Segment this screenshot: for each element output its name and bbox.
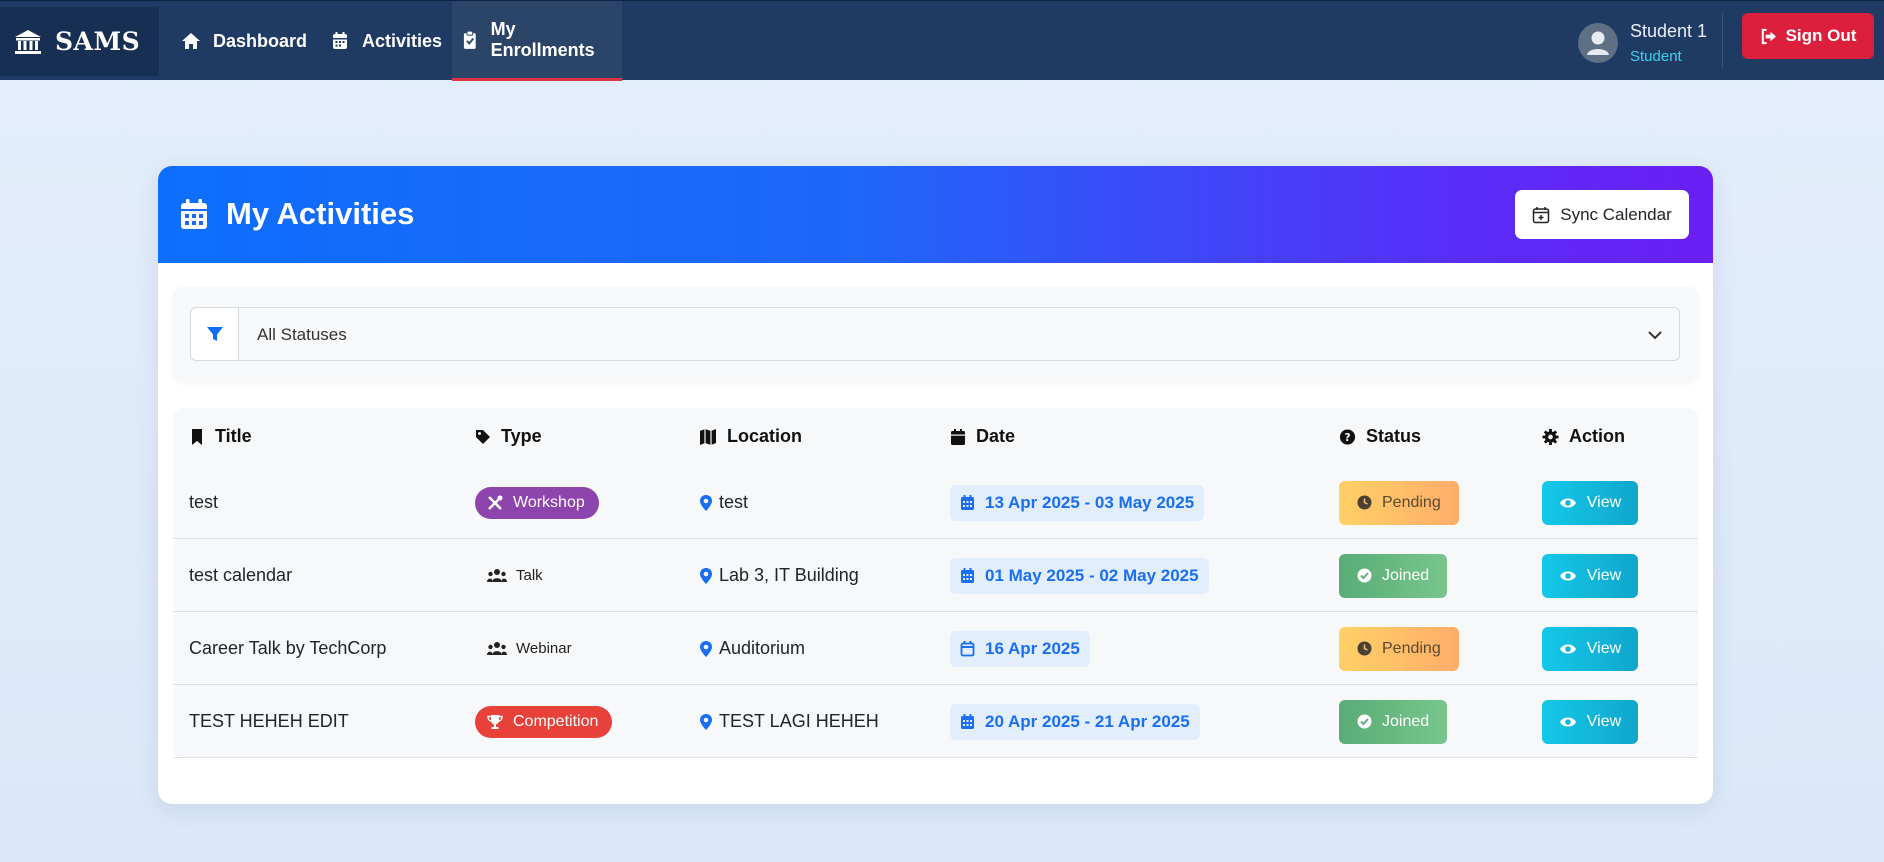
column-header-action: Action <box>1542 426 1625 447</box>
users-icon <box>487 641 507 655</box>
status-filter-select[interactable]: All Statuses <box>190 307 1680 361</box>
trophy-icon <box>487 714 503 729</box>
nav-my-enrollments-label: My Enrollments <box>490 18 595 60</box>
status-badge: Joined <box>1339 553 1448 598</box>
status-filter-value: All Statuses <box>257 325 347 344</box>
type-badge-webinar: Webinar <box>475 633 586 665</box>
eye-icon <box>1559 717 1576 726</box>
type-badge-workshop: Workshop <box>475 486 599 519</box>
calendar-icon <box>951 428 965 445</box>
row-location: test <box>719 492 749 512</box>
page-title: My Activities <box>226 196 415 231</box>
status-badge: Joined <box>1339 699 1448 744</box>
tag-icon <box>476 429 490 444</box>
view-button[interactable]: View <box>1542 553 1638 598</box>
row-location: Auditorium <box>719 638 806 658</box>
column-header-location: Location <box>699 426 802 447</box>
user-role: Student <box>1630 48 1682 65</box>
map-marker-icon <box>700 713 712 730</box>
calendar-alt-icon <box>961 495 974 510</box>
table-row: test Workshop test 13 Apr 2025 - 03 May … <box>173 466 1698 539</box>
nav-activities-label: Activities <box>362 30 443 51</box>
svg-text:?: ? <box>1344 431 1350 443</box>
date-single: 16 Apr 2025 <box>950 630 1090 667</box>
column-header-status: ? Status <box>1339 426 1421 447</box>
top-navbar: SAMS Dashboard Activities My Enrollments <box>0 0 1884 81</box>
row-title: Career Talk by TechCorp <box>189 638 387 658</box>
clipboard-check-icon <box>463 30 476 49</box>
users-icon <box>487 568 507 582</box>
view-button[interactable]: View <box>1542 480 1638 525</box>
my-activities-card: My Activities Sync Calendar All Statuses <box>158 166 1713 804</box>
card-header: My Activities Sync Calendar <box>158 166 1713 263</box>
check-circle-icon <box>1357 714 1372 729</box>
calendar-icon <box>960 641 975 657</box>
table-row: TEST HEHEH EDIT Competition TEST LAGI HE… <box>173 685 1698 758</box>
table-row: test calendar Talk Lab 3, IT Building 01… <box>173 539 1698 612</box>
nav-dashboard-label: Dashboard <box>213 30 308 51</box>
type-badge-talk: Talk <box>475 560 557 592</box>
calendar-alt-icon <box>961 714 974 729</box>
sign-out-button[interactable]: Sign Out <box>1742 13 1874 59</box>
brand-name: SAMS <box>55 27 141 56</box>
filter-addon <box>191 308 239 360</box>
sync-calendar-label: Sync Calendar <box>1560 204 1672 224</box>
eye-icon <box>1559 644 1576 653</box>
view-button[interactable]: View <box>1542 699 1638 744</box>
date-range: 13 Apr 2025 - 03 May 2025 <box>950 484 1205 521</box>
nav-activities[interactable]: Activities <box>330 1 442 81</box>
row-location: TEST LAGI HEHEH <box>719 711 879 731</box>
nav-my-enrollments[interactable]: My Enrollments <box>452 1 622 81</box>
tools-icon <box>488 495 503 510</box>
check-circle-icon <box>1357 568 1372 583</box>
calendar-alt-icon <box>181 199 207 229</box>
row-title: test calendar <box>189 565 293 585</box>
avatar <box>1578 23 1618 63</box>
type-badge-competition: Competition <box>475 705 613 738</box>
brand-logo[interactable]: SAMS <box>0 7 159 76</box>
sign-out-icon <box>1761 28 1776 44</box>
calendar-alt-icon <box>961 568 974 583</box>
home-icon <box>182 33 200 49</box>
row-title: test <box>189 492 219 512</box>
calendar-icon <box>333 32 347 49</box>
view-button[interactable]: View <box>1542 626 1638 671</box>
status-badge: Pending <box>1339 480 1459 525</box>
eye-icon <box>1559 498 1576 507</box>
bookmark-icon <box>192 428 202 445</box>
nav-divider <box>1722 13 1723 69</box>
column-header-title: Title <box>189 426 252 447</box>
status-badge: Pending <box>1339 626 1459 671</box>
chevron-down-icon <box>1648 331 1662 340</box>
calendar-plus-icon <box>1532 206 1550 223</box>
date-range: 20 Apr 2025 - 21 Apr 2025 <box>950 703 1200 740</box>
date-range: 01 May 2025 - 02 May 2025 <box>950 557 1209 594</box>
table-row: Career Talk by TechCorp Webinar Auditori… <box>173 612 1698 685</box>
nav-dashboard[interactable]: Dashboard <box>181 1 307 81</box>
sync-calendar-button[interactable]: Sync Calendar <box>1515 190 1689 239</box>
question-circle-icon: ? <box>1339 428 1356 445</box>
sign-out-label: Sign Out <box>1785 26 1857 45</box>
landmark-icon <box>15 29 41 54</box>
map-icon <box>700 428 716 445</box>
column-header-type: Type <box>475 426 542 447</box>
map-marker-icon <box>700 640 712 657</box>
clock-icon <box>1357 495 1372 510</box>
filter-panel: All Statuses <box>173 287 1698 381</box>
user-menu[interactable]: Student 1 Student <box>1578 21 1718 65</box>
enrollments-table: Title Type Location Date ? Status Action… <box>173 408 1698 758</box>
gear-icon <box>1542 428 1559 445</box>
filter-icon <box>206 327 223 341</box>
clock-icon <box>1357 641 1372 656</box>
map-marker-icon <box>700 494 712 511</box>
column-header-date: Date <box>950 426 1015 447</box>
map-marker-icon <box>700 567 712 584</box>
eye-icon <box>1559 571 1576 580</box>
row-title: TEST HEHEH EDIT <box>189 711 349 731</box>
user-icon <box>1587 31 1609 55</box>
row-location: Lab 3, IT Building <box>719 565 859 585</box>
user-name: Student 1 <box>1630 21 1708 41</box>
